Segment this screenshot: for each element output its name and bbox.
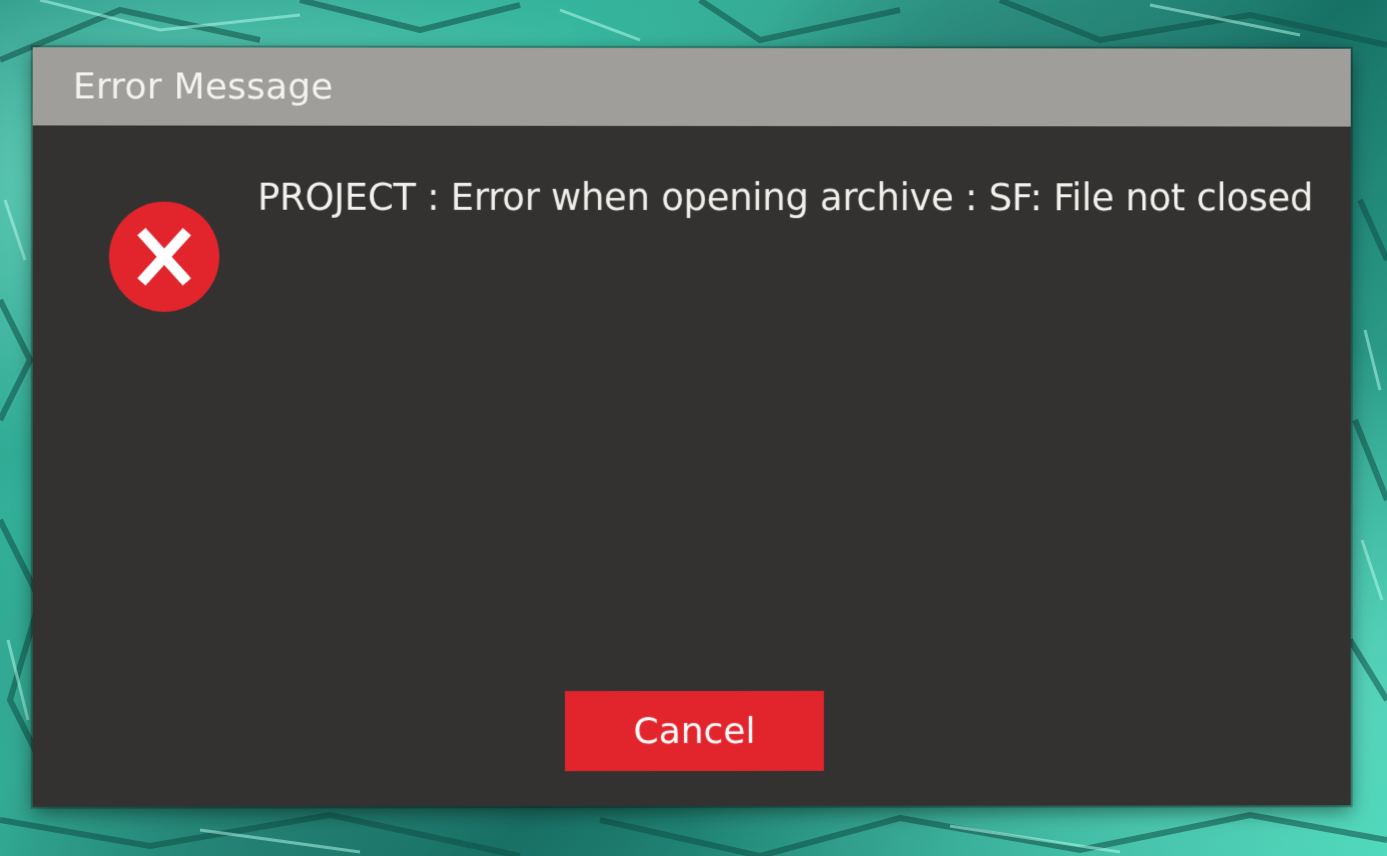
error-x-icon: [137, 227, 191, 286]
dialog-title-bar: Error Message: [32, 47, 1351, 127]
error-message-text: PROJECT : Error when opening archive : S…: [257, 175, 1314, 220]
error-dialog: Error Message PROJECT : Error when openi…: [32, 47, 1351, 807]
error-icon: [109, 201, 220, 312]
dialog-title: Error Message: [72, 65, 334, 108]
cancel-button[interactable]: Cancel: [564, 690, 824, 772]
